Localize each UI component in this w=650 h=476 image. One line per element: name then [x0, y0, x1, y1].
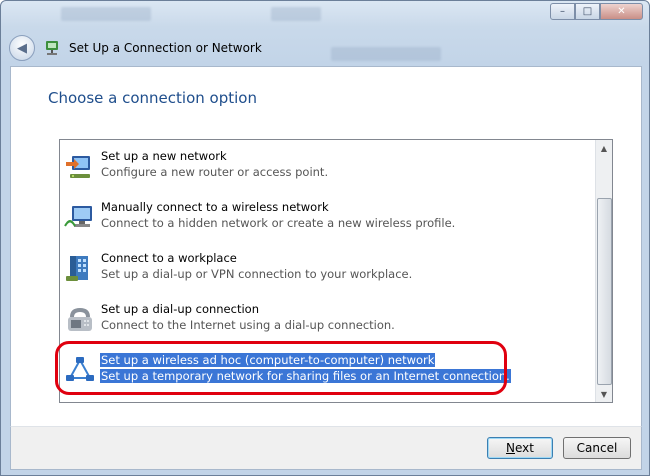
maximize-icon: □: [582, 6, 593, 17]
scroll-down-icon[interactable]: ▼: [596, 386, 612, 402]
new-network-icon: [66, 156, 90, 178]
close-icon: ✕: [617, 6, 626, 17]
scroll-up-icon[interactable]: ▲: [596, 140, 612, 156]
close-button[interactable]: ✕: [600, 3, 643, 20]
option-title: Set up a dial-up connection: [101, 302, 259, 316]
option-workplace[interactable]: Connect to a workplace Set up a dial-up …: [64, 248, 484, 288]
option-new-network[interactable]: Set up a new network Configure a new rou…: [64, 146, 484, 186]
title-bar: ◀ Set Up a Connection or Network: [9, 34, 262, 62]
wireless-network-icon: [64, 206, 92, 227]
adhoc-network-icon: [66, 357, 94, 381]
option-title: Set up a wireless ad hoc (computer-to-co…: [100, 353, 436, 367]
option-title: Connect to a workplace: [101, 251, 237, 265]
maximize-button[interactable]: □: [575, 3, 600, 20]
cancel-button[interactable]: Cancel: [563, 437, 631, 459]
next-label-rest: ext: [515, 441, 534, 455]
dialup-phone-icon: [68, 308, 92, 331]
option-description: Connect to the Internet using a dial-up …: [101, 318, 395, 332]
page-title: Choose a connection option: [48, 89, 257, 107]
option-description: Set up a dial-up or VPN connection to yo…: [101, 267, 413, 281]
workplace-icon: [66, 256, 88, 281]
background-window-text: [61, 7, 151, 21]
back-button[interactable]: ◀: [9, 35, 35, 61]
background-window-text: [271, 7, 321, 21]
option-adhoc-network[interactable]: Set up a wireless ad hoc (computer-to-co…: [64, 350, 511, 390]
next-label-accelerator: N: [506, 441, 515, 455]
option-manual-wireless[interactable]: Manually connect to a wireless network C…: [64, 197, 484, 237]
option-description: Configure a new router or access point.: [101, 165, 329, 179]
network-setup-icon: [46, 41, 58, 55]
window-title: Set Up a Connection or Network: [69, 41, 262, 55]
content-panel: Choose a connection option Set up a new …: [10, 66, 642, 427]
window-caption-buttons: – □ ✕: [550, 3, 643, 20]
option-dialup[interactable]: Set up a dial-up connection Connect to t…: [64, 299, 484, 339]
dialog-window: – □ ✕ ◀ Set Up a Connection or Network C…: [0, 0, 650, 476]
background-window-text: [331, 47, 441, 61]
option-description: Connect to a hidden network or create a …: [101, 216, 456, 230]
back-arrow-icon: ◀: [17, 40, 27, 56]
option-title: Set up a new network: [101, 149, 227, 163]
next-button[interactable]: Next: [487, 437, 553, 459]
option-description: Set up a temporary network for sharing f…: [100, 369, 511, 383]
list-scrollbar[interactable]: ▲ ▼: [595, 140, 612, 402]
minimize-button[interactable]: –: [550, 3, 575, 20]
option-title: Manually connect to a wireless network: [101, 200, 329, 214]
scroll-thumb[interactable]: [597, 198, 612, 385]
minimize-icon: –: [560, 6, 565, 17]
dialog-footer: Next Cancel: [10, 426, 642, 470]
connection-options-list[interactable]: Set up a new network Configure a new rou…: [59, 139, 613, 403]
